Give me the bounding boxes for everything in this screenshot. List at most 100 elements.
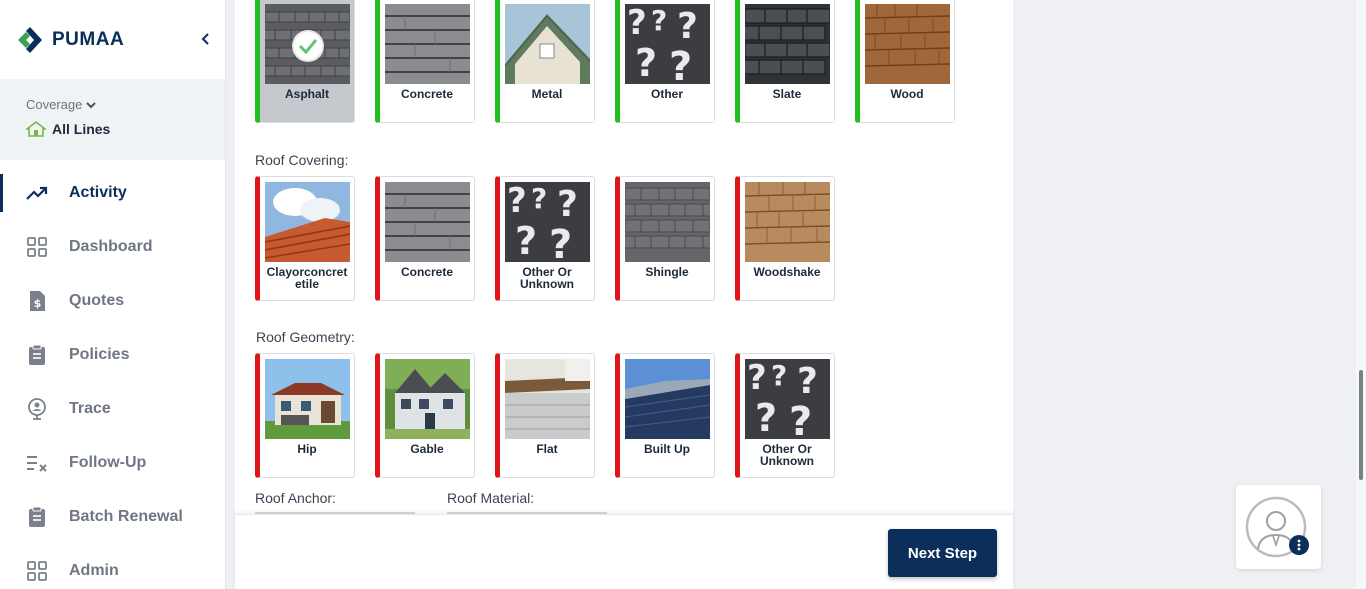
roof-geometry-label-text: Flat: [536, 442, 558, 456]
form-footer: Next Step: [235, 514, 1013, 589]
roof-geometry-options: Hip Gable Flat Built Up ????? Other Or U…: [255, 353, 835, 478]
coverage-label: Coverage: [26, 97, 83, 112]
nav-item-admin[interactable]: Admin: [0, 544, 225, 589]
roof-anchor-label: Roof Anchor:: [255, 490, 336, 506]
checklist-icon: [26, 452, 48, 474]
svg-text:?: ?: [557, 184, 578, 225]
nav-label-admin: Admin: [69, 562, 119, 579]
roof-geometry-option[interactable]: Flat: [495, 353, 595, 478]
dollar-document-icon: $: [26, 290, 48, 312]
roof-type-option[interactable]: Wood: [855, 0, 955, 123]
roof-type-label: Slate: [772, 87, 802, 101]
roof-material-label: Roof Material:: [447, 490, 535, 506]
roof-geometry-option[interactable]: Gable: [375, 353, 475, 478]
agent-avatar-icon: [1245, 496, 1307, 558]
main-nav: Activity Dashboard $ Quotes Policies Tra…: [0, 166, 225, 589]
roof-covering-label-text: Concrete: [400, 265, 453, 279]
coverage-value: All Lines: [52, 121, 111, 137]
collapse-sidebar-icon[interactable]: [199, 32, 211, 46]
roof-geometry-option[interactable]: Built Up: [615, 353, 715, 478]
svg-text:?: ?: [789, 399, 812, 439]
sidebar: PUMAA Coverage All Lines Activity Dashbo…: [0, 0, 226, 589]
slate-roof-image: [745, 4, 830, 84]
roof-covering-option[interactable]: Woodshake: [735, 176, 835, 301]
page-scrollbar[interactable]: [1356, 0, 1366, 589]
nav-item-activity[interactable]: Activity: [0, 166, 225, 220]
roof-type-option[interactable]: Metal: [495, 0, 595, 123]
nav-label-quotes: Quotes: [69, 292, 125, 309]
svg-text:?: ?: [747, 359, 767, 398]
concrete-roof-image: [385, 182, 470, 262]
roof-covering-option[interactable]: ????? Other Or Unknown: [495, 176, 595, 301]
question-marks-image: ?????: [745, 359, 830, 439]
nav-item-follow-up[interactable]: Follow-Up: [0, 436, 225, 490]
roof-covering-label-text: Clayorconcretetile: [266, 265, 348, 291]
roof-covering-label: Roof Covering:: [255, 152, 349, 168]
roof-covering-options: Clayorconcretetile Concrete ????? Other …: [255, 176, 835, 301]
svg-text:?: ?: [677, 6, 698, 47]
grid-icon: [26, 236, 48, 258]
gable-roof-house-image: [385, 359, 470, 439]
concrete-roof-image: [385, 4, 470, 84]
roof-type-option[interactable]: Slate: [735, 0, 835, 123]
nav-label-trace: Trace: [69, 400, 111, 417]
svg-text:?: ?: [531, 182, 547, 215]
roof-type-label: Asphalt: [284, 87, 329, 101]
clipboard-icon: [26, 344, 48, 366]
svg-text:?: ?: [651, 4, 667, 37]
nav-item-batch-renewal[interactable]: Batch Renewal: [0, 490, 225, 544]
question-marks-image: ?????: [625, 4, 710, 84]
logo[interactable]: PUMAA: [0, 0, 225, 79]
roof-covering-label-text: Woodshake: [753, 265, 821, 279]
roof-geometry-label-text: Gable: [410, 442, 444, 456]
roof-geometry-option[interactable]: ????? Other Or Unknown: [735, 353, 835, 478]
metal-roof-image: [505, 4, 590, 84]
main-panel: Asphalt Concrete Metal ????? Other Slate: [235, 0, 1013, 589]
trending-up-icon: [26, 182, 48, 204]
roof-type-option[interactable]: ????? Other: [615, 0, 715, 123]
nav-item-dashboard[interactable]: Dashboard: [0, 220, 225, 274]
roof-type-option[interactable]: Asphalt: [255, 0, 355, 123]
svg-text:?: ?: [797, 361, 818, 402]
chevron-down-icon: [86, 101, 97, 108]
roof-type-option[interactable]: Concrete: [375, 0, 475, 123]
home-icon: [26, 121, 46, 137]
svg-text:?: ?: [515, 219, 537, 262]
roof-covering-option[interactable]: Concrete: [375, 176, 475, 301]
roof-geometry-label: Roof Geometry:: [256, 329, 355, 345]
roof-covering-option[interactable]: Clayorconcretetile: [255, 176, 355, 301]
roof-covering-label-text: Other Or Unknown: [520, 265, 574, 291]
svg-text:?: ?: [549, 222, 572, 262]
nav-label-batch-renewal: Batch Renewal: [69, 508, 183, 525]
svg-text:?: ?: [771, 359, 787, 392]
nav-label-activity: Activity: [69, 184, 127, 201]
app-name: PUMAA: [52, 28, 125, 50]
svg-text:?: ?: [669, 44, 692, 84]
clipboard-icon: [26, 506, 48, 528]
roof-type-label: Wood: [890, 87, 924, 101]
more-vertical-icon[interactable]: [1289, 535, 1309, 555]
pumaa-logo-icon: [18, 26, 42, 53]
svg-text:$: $: [34, 297, 42, 310]
hip-roof-house-image: [265, 359, 350, 439]
scrollbar-thumb[interactable]: [1359, 370, 1363, 480]
nav-item-trace[interactable]: Trace: [0, 382, 225, 436]
next-step-button[interactable]: Next Step: [888, 529, 997, 577]
roof-type-label: Other: [650, 87, 683, 101]
nav-label-policies: Policies: [69, 346, 130, 363]
roof-geometry-option[interactable]: Hip: [255, 353, 355, 478]
nav-label-dashboard: Dashboard: [69, 238, 153, 255]
roof-covering-option[interactable]: Shingle: [615, 176, 715, 301]
nav-item-quotes[interactable]: $ Quotes: [0, 274, 225, 328]
coverage-selector[interactable]: Coverage All Lines: [0, 79, 225, 160]
roof-type-label: Concrete: [400, 87, 453, 101]
asphalt-roof-image: [265, 4, 350, 84]
roof-geometry-label-text: Built Up: [644, 442, 690, 456]
svg-text:?: ?: [627, 4, 647, 43]
assistant-widget[interactable]: [1236, 485, 1321, 569]
nav-item-policies[interactable]: Policies: [0, 328, 225, 382]
svg-text:?: ?: [755, 396, 777, 439]
svg-text:?: ?: [635, 41, 657, 84]
svg-text:?: ?: [507, 182, 527, 221]
roof-geometry-label-text: Hip: [297, 442, 317, 456]
